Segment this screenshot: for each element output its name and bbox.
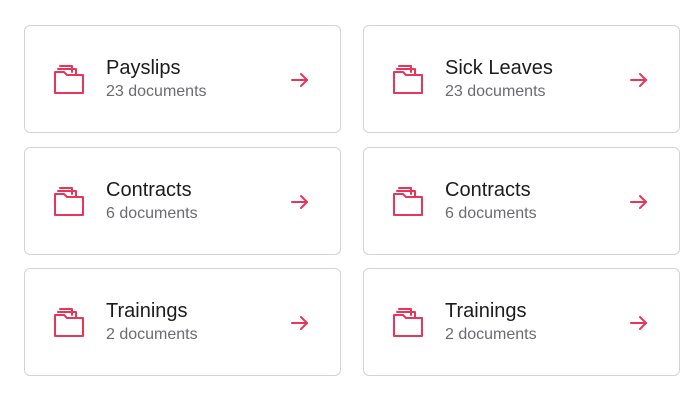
category-title: Trainings [445, 300, 527, 322]
folder-icon [391, 63, 425, 97]
document-count: 6 documents [106, 205, 198, 222]
category-title: Sick Leaves [445, 57, 553, 79]
category-title: Contracts [445, 179, 531, 201]
document-count: 23 documents [106, 83, 207, 100]
category-card-sick-leaves[interactable]: Sick Leaves 23 documents [363, 25, 680, 133]
folder-icon [52, 306, 86, 340]
document-count: 2 documents [445, 326, 537, 343]
folder-icon [52, 185, 86, 219]
folder-icon [52, 63, 86, 97]
category-card-trainings[interactable]: Trainings 2 documents [24, 268, 341, 376]
category-card-payslips[interactable]: Payslips 23 documents [24, 25, 341, 133]
arrow-right-icon[interactable] [629, 313, 649, 333]
arrow-right-icon[interactable] [629, 192, 649, 212]
arrow-right-icon[interactable] [290, 192, 310, 212]
document-category-grid: Payslips 23 documents Sick Leaves 23 doc… [0, 0, 700, 400]
category-card-contracts[interactable]: Contracts 6 documents [363, 147, 680, 255]
arrow-right-icon[interactable] [629, 70, 649, 90]
category-card-contracts[interactable]: Contracts 6 documents [24, 147, 341, 255]
document-count: 23 documents [445, 83, 546, 100]
arrow-right-icon[interactable] [290, 70, 310, 90]
category-card-trainings[interactable]: Trainings 2 documents [363, 268, 680, 376]
document-count: 2 documents [106, 326, 198, 343]
category-title: Payslips [106, 57, 181, 79]
document-count: 6 documents [445, 205, 537, 222]
category-title: Contracts [106, 179, 192, 201]
arrow-right-icon[interactable] [290, 313, 310, 333]
folder-icon [391, 306, 425, 340]
folder-icon [391, 185, 425, 219]
category-title: Trainings [106, 300, 188, 322]
